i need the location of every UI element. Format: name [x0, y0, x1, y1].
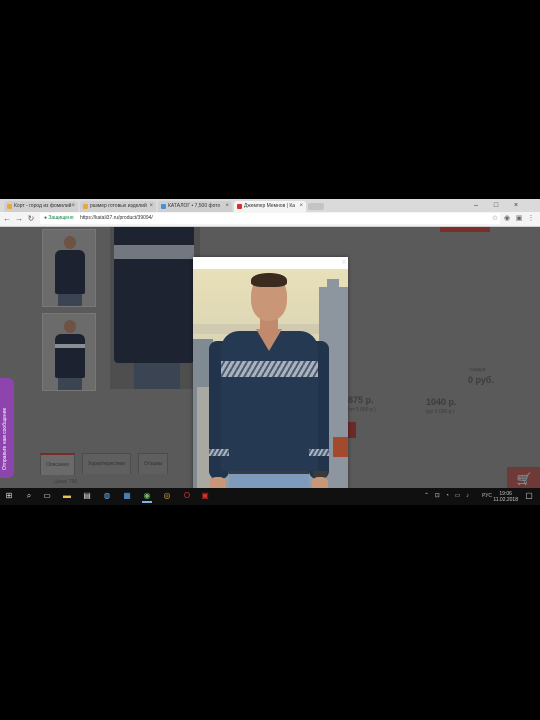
product-thumbnail-2[interactable] — [42, 313, 96, 391]
clock[interactable]: 19:06 11.02.2018 — [493, 491, 518, 503]
close-window-button[interactable]: × — [508, 199, 524, 212]
opera-icon[interactable]: O — [182, 491, 192, 501]
watch-icon — [313, 471, 327, 477]
app-icon[interactable]: ▦ — [122, 491, 132, 501]
price-wholesale: 875 р. — [348, 395, 374, 405]
price-note: скидка — [470, 367, 486, 373]
extension-icon[interactable]: ◉ — [502, 213, 512, 225]
favicon-icon — [161, 204, 166, 209]
browser-tab-3[interactable]: КАТАЛОГ • 7,500 фото × — [158, 201, 232, 212]
chrome-icon[interactable]: ◉ — [142, 491, 152, 503]
tab-label: КАТАЛОГ • 7,500 фото — [168, 203, 221, 209]
search-icon[interactable]: ⌕ — [24, 491, 34, 501]
windows-taskbar: ⊞ ⌕ ▭ ▬ ▤ ◍ ▦ ◉ ◎ O ▣ ⌃ ⊡ ◔ ▭ ♪ РУС 19:0… — [0, 488, 540, 505]
close-tab-icon[interactable]: × — [299, 201, 303, 212]
browser-tab-active[interactable]: Джемпер Мемнов | Ка × — [234, 201, 306, 212]
footer-text: Цена: 790 — [54, 479, 78, 485]
favicon-icon — [7, 204, 12, 209]
tab-label: Корт - город из фомилий — [14, 203, 72, 209]
feedback-tab-label: Отправьте нам сообщение — [2, 407, 8, 470]
browser-tab-1[interactable]: Корт - город из фомилий × — [4, 201, 78, 212]
address-bar-row: ← → ↻ ● Защищено https://katali37.ru/pro… — [0, 212, 540, 227]
price-right: 0 руб. — [468, 375, 494, 385]
tab-reviews[interactable]: Отзывы — [138, 453, 169, 474]
lightbox-product-photo — [193, 269, 348, 500]
store-icon[interactable]: ▤ — [82, 491, 92, 501]
extension-icon-2[interactable]: ▣ — [514, 213, 524, 225]
price-retail-sub: (до 5 000 р.) — [426, 409, 455, 415]
price-retail: 1040 р. — [426, 397, 457, 407]
image-lightbox — [193, 257, 348, 500]
app-icon-red[interactable]: ▣ — [200, 491, 210, 501]
tab-label: размер готовых изделий — [90, 203, 147, 209]
skype-icon[interactable]: ◍ — [102, 491, 112, 501]
screenshot-area: Корт - город из фомилий × размер готовых… — [0, 199, 540, 505]
close-lightbox-icon[interactable]: × — [339, 257, 349, 267]
reload-icon[interactable]: ↻ — [26, 213, 36, 225]
task-view-icon[interactable]: ▭ — [42, 491, 52, 501]
close-tab-icon[interactable]: × — [71, 201, 75, 212]
feedback-tab[interactable]: Отправьте нам сообщение — [0, 378, 14, 478]
new-tab-button[interactable] — [308, 203, 324, 210]
product-main-photo[interactable] — [110, 227, 200, 389]
close-tab-icon[interactable]: × — [149, 201, 153, 212]
price-wholesale-sub: (от 5 000 р.) — [348, 407, 376, 413]
add-to-cart-button[interactable] — [348, 422, 356, 438]
close-tab-icon[interactable]: × — [225, 201, 229, 212]
forward-arrow-icon[interactable]: → — [14, 213, 24, 225]
product-page: скидка 0 руб. 875 р. (от 5 000 р.) 1040 … — [0, 227, 540, 500]
product-thumbnail-1[interactable] — [42, 229, 96, 307]
notifications-icon[interactable]: ▢ — [524, 491, 534, 501]
url-input[interactable]: ● Защищено https://katali37.ru/product/3… — [40, 213, 500, 224]
browser-tab-2[interactable]: размер готовых изделий × — [80, 201, 156, 212]
clock-date: 11.02.2018 — [493, 497, 518, 503]
favicon-icon — [237, 204, 242, 209]
file-explorer-icon[interactable]: ▬ — [62, 491, 72, 501]
header-red-button[interactable] — [440, 227, 490, 232]
windows-start-icon[interactable]: ⊞ — [4, 491, 14, 501]
back-arrow-icon[interactable]: ← — [2, 213, 12, 225]
menu-icon[interactable]: ⋮ — [526, 213, 536, 225]
browser-icon-2[interactable]: ◎ — [162, 491, 172, 501]
url-text: https://katali37.ru/product/39094/ — [80, 215, 153, 221]
tab-characteristics[interactable]: Характеристики — [82, 453, 132, 474]
minimize-button[interactable]: – — [468, 199, 484, 212]
tab-label: Джемпер Мемнов | Ка — [244, 203, 296, 209]
favicon-icon — [83, 204, 88, 209]
maximize-button[interactable]: □ — [488, 199, 504, 212]
bookmark-star-icon[interactable]: ☆ — [490, 213, 500, 225]
browser-tab-strip: Корт - город из фомилий × размер готовых… — [0, 199, 540, 212]
secure-label: ● Защищено — [44, 215, 74, 221]
system-tray-icons[interactable]: ⌃ ⊡ ◔ ▭ ♪ — [424, 492, 471, 499]
language-indicator[interactable]: РУС — [482, 493, 492, 499]
tab-description[interactable]: Описание — [40, 453, 76, 475]
